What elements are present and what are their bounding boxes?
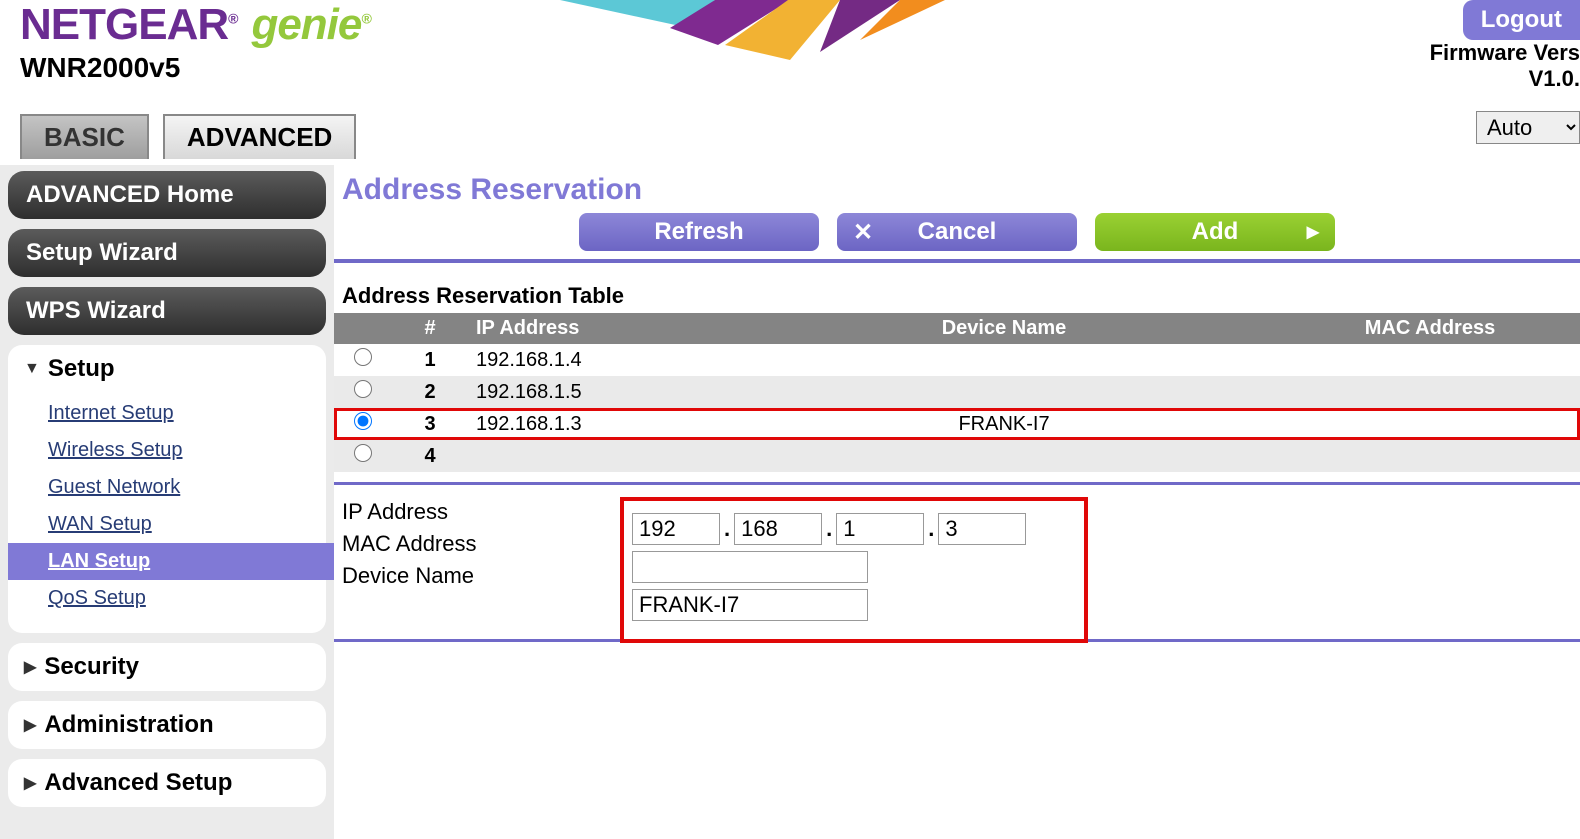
reservation-table: # IP Address Device Name MAC Address 119… [334,313,1580,472]
add-label: Add [1192,218,1239,246]
row-num: 2 [392,376,468,408]
sidebar-item-guest-network[interactable]: Guest Network [8,469,326,506]
mac-input[interactable] [632,551,868,583]
sidebar-sublinks: Internet Setup Wireless Setup Guest Netw… [8,389,326,623]
main-content: Address Reservation Refresh ✕ Cancel Add… [334,165,1580,839]
row-device [728,344,1280,376]
chevron-right-icon: ▶ [24,657,36,677]
sidebar-section-setup: ▼ Setup Internet Setup Wireless Setup Gu… [8,345,326,633]
row-device [728,376,1280,408]
mac-label: MAC Address [334,531,634,557]
chevron-right-icon: ▶ [24,715,36,735]
ip-octet-3[interactable] [836,513,924,545]
chevron-down-icon: ▼ [24,360,40,378]
add-button[interactable]: Add ▶ [1095,213,1335,251]
accent-graphic [560,0,960,80]
table-row[interactable]: 1192.168.1.4 [334,344,1580,376]
sidebar-item-setup-wizard[interactable]: Setup Wizard [8,229,326,277]
body-area: ADVANCED Home Setup Wizard WPS Wizard ▼ … [0,165,1580,839]
page-title: Address Reservation [334,173,1580,207]
row-mac [1280,440,1580,472]
row-ip: 192.168.1.3 [468,408,728,440]
sidebar-item-wireless-setup[interactable]: Wireless Setup [8,432,326,469]
play-icon: ▶ [1307,222,1319,242]
sidebar-item-wps-wizard[interactable]: WPS Wizard [8,287,326,335]
header: NETGEAR® genie® WNR2000v5 Logout Firmwar… [0,0,1580,110]
ip-octet-4[interactable] [938,513,1026,545]
action-bar: Refresh ✕ Cancel Add ▶ [334,213,1580,259]
sidebar-item-qos-setup[interactable]: QoS Setup [8,580,326,617]
col-ip: IP Address [468,313,728,344]
sidebar-item-wan-setup[interactable]: WAN Setup [8,506,326,543]
ip-octet-1[interactable] [632,513,720,545]
ip-fields: . . . [632,513,1026,545]
table-row[interactable]: 3192.168.1.3FRANK-I7 [334,408,1580,440]
sidebar: ADVANCED Home Setup Wizard WPS Wizard ▼ … [0,165,334,839]
row-radio[interactable] [354,444,372,462]
device-name-input[interactable] [632,589,868,621]
refresh-button[interactable]: Refresh [579,213,819,251]
sidebar-item-lan-setup[interactable]: LAN Setup [8,543,334,580]
sidebar-section-label: Setup [48,355,115,383]
row-ip: 192.168.1.5 [468,376,728,408]
row-num: 1 [392,344,468,376]
tab-basic[interactable]: BASIC [20,114,149,159]
row-device [728,440,1280,472]
row-radio[interactable] [354,380,372,398]
row-ip: 192.168.1.4 [468,344,728,376]
tab-advanced[interactable]: ADVANCED [163,114,356,159]
row-device: FRANK-I7 [728,408,1280,440]
sidebar-item-internet-setup[interactable]: Internet Setup [8,395,326,432]
row-num: 3 [392,408,468,440]
row-radio[interactable] [354,412,372,430]
sidebar-item-label: Security [44,653,139,681]
divider [334,482,1580,485]
sidebar-section-head-setup[interactable]: ▼ Setup [8,355,326,389]
logout-button[interactable]: Logout [1463,0,1580,40]
row-num: 4 [392,440,468,472]
sidebar-item-security[interactable]: ▶ Security [8,643,326,691]
device-name-label: Device Name [334,563,634,589]
sidebar-item-label: Advanced Setup [44,769,232,797]
table-row[interactable]: 4 [334,440,1580,472]
col-num: # [392,313,468,344]
sidebar-item-advanced-setup[interactable]: ▶ Advanced Setup [8,759,326,807]
ip-label: IP Address [334,499,634,525]
row-mac [1280,376,1580,408]
top-tabs: BASIC ADVANCED [0,114,1580,159]
chevron-right-icon: ▶ [24,773,36,793]
netgear-logo: NETGEAR® [20,0,237,50]
row-ip [468,440,728,472]
col-mac: MAC Address [1280,313,1580,344]
close-icon: ✕ [853,218,873,247]
row-mac [1280,344,1580,376]
cancel-button[interactable]: ✕ Cancel [837,213,1077,251]
firmware-version: V1.0. [1430,66,1580,92]
divider [334,259,1580,263]
firmware-info: Firmware Vers V1.0. [1430,40,1580,92]
firmware-label: Firmware Vers [1430,40,1580,66]
genie-logo: genie® [251,0,370,50]
table-title: Address Reservation Table [334,283,1580,309]
sidebar-item-administration[interactable]: ▶ Administration [8,701,326,749]
col-device: Device Name [728,313,1280,344]
sidebar-item-adv-home[interactable]: ADVANCED Home [8,171,326,219]
row-mac [1280,408,1580,440]
cancel-label: Cancel [918,218,997,246]
table-row[interactable]: 2192.168.1.5 [334,376,1580,408]
ip-octet-2[interactable] [734,513,822,545]
divider [334,639,1580,642]
form-area: . . . [624,501,1084,639]
row-radio[interactable] [354,348,372,366]
language-select-wrap: Auto [1476,111,1580,144]
language-select[interactable]: Auto [1476,111,1580,144]
sidebar-item-label: Administration [44,711,213,739]
form-labels: IP Address MAC Address Device Name [334,499,634,595]
